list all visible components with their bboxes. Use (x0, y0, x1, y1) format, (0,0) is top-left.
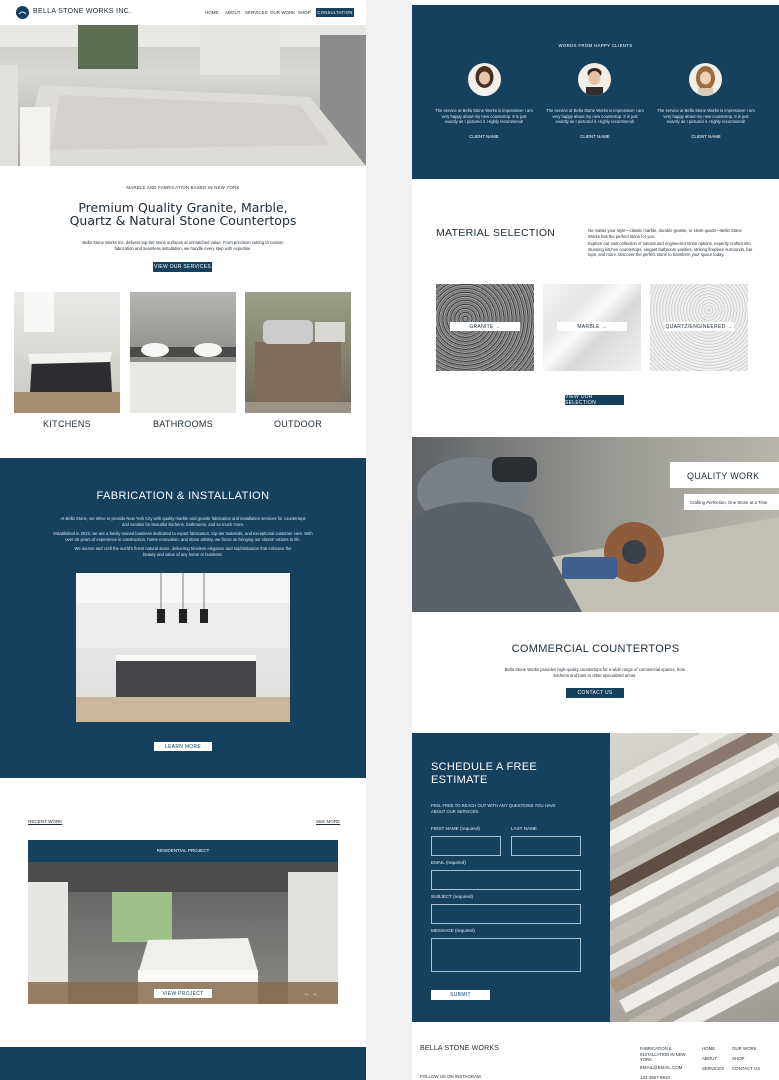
see-more-link[interactable]: SEE MORE (316, 819, 340, 824)
footer-link-our-work[interactable]: OUR WORK (732, 1046, 757, 1051)
marble-link[interactable]: MARBLE → (557, 322, 627, 331)
subject-label: SUBJECT (required) (431, 894, 474, 899)
materials-p1: No matter your style—classic marble, dur… (588, 228, 742, 239)
testimonials-title: WORDS FROM HAPPY CLIENTS (558, 43, 633, 48)
last-name-label: LAST NAME (511, 826, 537, 831)
message-field[interactable] (431, 938, 581, 972)
hero-eyebrow: MARBLE AND FABRICATION BASED IN NEW YORK (126, 185, 240, 190)
testimonial-quote-2: The service at Bella Stone Works is impr… (546, 108, 644, 125)
quality-tagline-box: Crafting Perfection, One Stone at a Time… (684, 494, 779, 510)
first-name-label: FIRST NAME (required) (431, 826, 480, 831)
contact-us-button[interactable]: CONTACT US (566, 688, 624, 698)
category-kitchens-label[interactable]: KITCHENS (14, 419, 120, 429)
last-name-field[interactable] (511, 836, 581, 856)
email-field[interactable] (431, 870, 581, 890)
footer-email[interactable]: EMAIL@EMAIL.COM (640, 1065, 682, 1070)
view-project-button[interactable]: VIEW PROJECT (154, 989, 212, 998)
category-outdoor-label[interactable]: OUTDOOR (245, 419, 351, 429)
residential-project-banner: RESIDENTIAL PROJECT (28, 840, 338, 862)
left-column: BELLA STONE WORKS INC. HOME ABOUT SERVIC… (0, 0, 366, 1080)
footer-phone[interactable]: 123-4567-8910 (640, 1075, 670, 1080)
view-selection-button[interactable]: VIEW OUR SELECTION (565, 394, 624, 406)
bottom-band (0, 1047, 366, 1080)
nav-about[interactable]: ABOUT (225, 10, 241, 15)
first-name-field[interactable] (431, 836, 501, 856)
tagline-pre: Crafting (690, 500, 707, 505)
nav-home[interactable]: HOME (205, 10, 219, 15)
commercial-text: Bella Stone Works provides high-quality … (504, 667, 686, 678)
right-column: WORDS FROM HAPPY CLIENTS The service at … (412, 0, 779, 1080)
client-avatar-2 (578, 63, 611, 96)
quality-title: QUALITY WORK (687, 471, 760, 481)
subject-field[interactable] (431, 904, 581, 924)
nav-shop[interactable]: SHOP (298, 10, 311, 15)
testimonial-quote-3: The service at Bella Stone Works is impr… (657, 108, 755, 125)
materials-p2: Explore our vast collection of natural a… (588, 241, 753, 258)
site-header: BELLA STONE WORKS INC. HOME ABOUT SERVIC… (0, 0, 366, 25)
quality-tagline: Crafting Perfection, One Stone at a Time… (690, 500, 769, 505)
category-kitchens-image[interactable] (14, 292, 120, 413)
estimate-section: SCHEDULE A FREE ESTIMATE FEEL FREE TO RE… (412, 733, 610, 1022)
fabrication-p3: We source and craft the world's finest n… (74, 546, 292, 557)
testimonial-name-2: CLIENT NAME (580, 134, 610, 139)
client-avatar-1 (468, 63, 501, 96)
commercial-title: COMMERCIAL COUNTERTOPS (511, 643, 680, 655)
learn-more-button[interactable]: LEARN MORE (154, 742, 212, 751)
logo-icon[interactable] (16, 6, 29, 19)
view-services-button[interactable]: VIEW OUR SERVICES (153, 262, 212, 272)
category-outdoor-image[interactable] (245, 292, 351, 413)
testimonial-name-3: CLIENT NAME (691, 134, 721, 139)
testimonial-name-1: CLIENT NAME (469, 134, 499, 139)
footer-link-about[interactable]: ABOUT (702, 1056, 717, 1061)
consultation-button[interactable]: CONSULTATION (316, 8, 354, 17)
client-avatar-3 (689, 63, 722, 96)
fabrication-title: FABRICATION & INSTALLATION (96, 490, 270, 502)
testimonials-section: WORDS FROM HAPPY CLIENTS The service at … (412, 5, 779, 179)
tagline-post: , One Stone at a Time. (725, 500, 769, 505)
nav-services[interactable]: SERVICES (245, 10, 268, 15)
footer-link-contact[interactable]: CONTACT US (732, 1066, 760, 1071)
hero-title: Premium Quality Granite, Marble, Quartz … (69, 200, 297, 229)
category-bathrooms-label[interactable]: BATHROOMS (130, 419, 236, 429)
email-label: EMAIL (required) (431, 860, 466, 865)
fabrication-image (76, 573, 290, 722)
category-bathrooms-image[interactable] (130, 292, 236, 413)
project-image: VIEW PROJECT ← → (28, 862, 338, 1004)
nav-our-work[interactable]: OUR WORK (270, 10, 295, 15)
footer-instagram-link[interactable]: FOLLOW US ON INSTAGRAM (420, 1074, 481, 1079)
hero-image (0, 25, 366, 166)
quartz-link[interactable]: QUARTZ/ENGINEERED → (664, 322, 734, 331)
stone-samples-image (526, 703, 779, 1052)
tagline-emphasis: Perfection (706, 500, 726, 505)
granite-link[interactable]: GRANITE → (450, 322, 520, 331)
carousel-arrows-icon[interactable]: ← → (304, 991, 318, 997)
fabrication-p1: At Bella Stone, we strive to provide New… (60, 516, 306, 527)
brand-name[interactable]: BELLA STONE WORKS INC. (33, 8, 131, 15)
footer-link-services[interactable]: SERVICES (702, 1066, 724, 1071)
fabrication-p2: Established in 2022, we are a family-own… (53, 531, 313, 542)
footer-link-home[interactable]: HOME (702, 1046, 715, 1051)
quality-title-box: QUALITY WORK (670, 462, 779, 488)
recent-work-link[interactable]: RECENT WORK (28, 819, 62, 824)
testimonial-quote-1: The service at Bella Stone Works is impr… (435, 108, 533, 125)
hero-text: Bella Stone Works Inc. delivers top-tier… (82, 240, 284, 251)
fabrication-section: FABRICATION & INSTALLATION At Bella Ston… (0, 458, 366, 778)
footer-brand[interactable]: BELLA STONE WORKS (420, 1045, 499, 1052)
message-label: MESSAGE (required) (431, 928, 475, 933)
submit-button[interactable]: SUBMIT (431, 990, 490, 1000)
footer-info: FABRICATION & INSTALLATION IN NEW YORK (640, 1046, 686, 1063)
footer-link-shop[interactable]: SHOP (732, 1056, 744, 1061)
materials-title: MATERIAL SELECTION (436, 227, 556, 239)
project-title: RESIDENTIAL PROJECT (156, 848, 210, 853)
estimate-subtitle: FEEL FREE TO REACH OUT WITH ANY QUESTION… (431, 803, 556, 814)
estimate-title: SCHEDULE A FREE ESTIMATE (431, 761, 537, 786)
